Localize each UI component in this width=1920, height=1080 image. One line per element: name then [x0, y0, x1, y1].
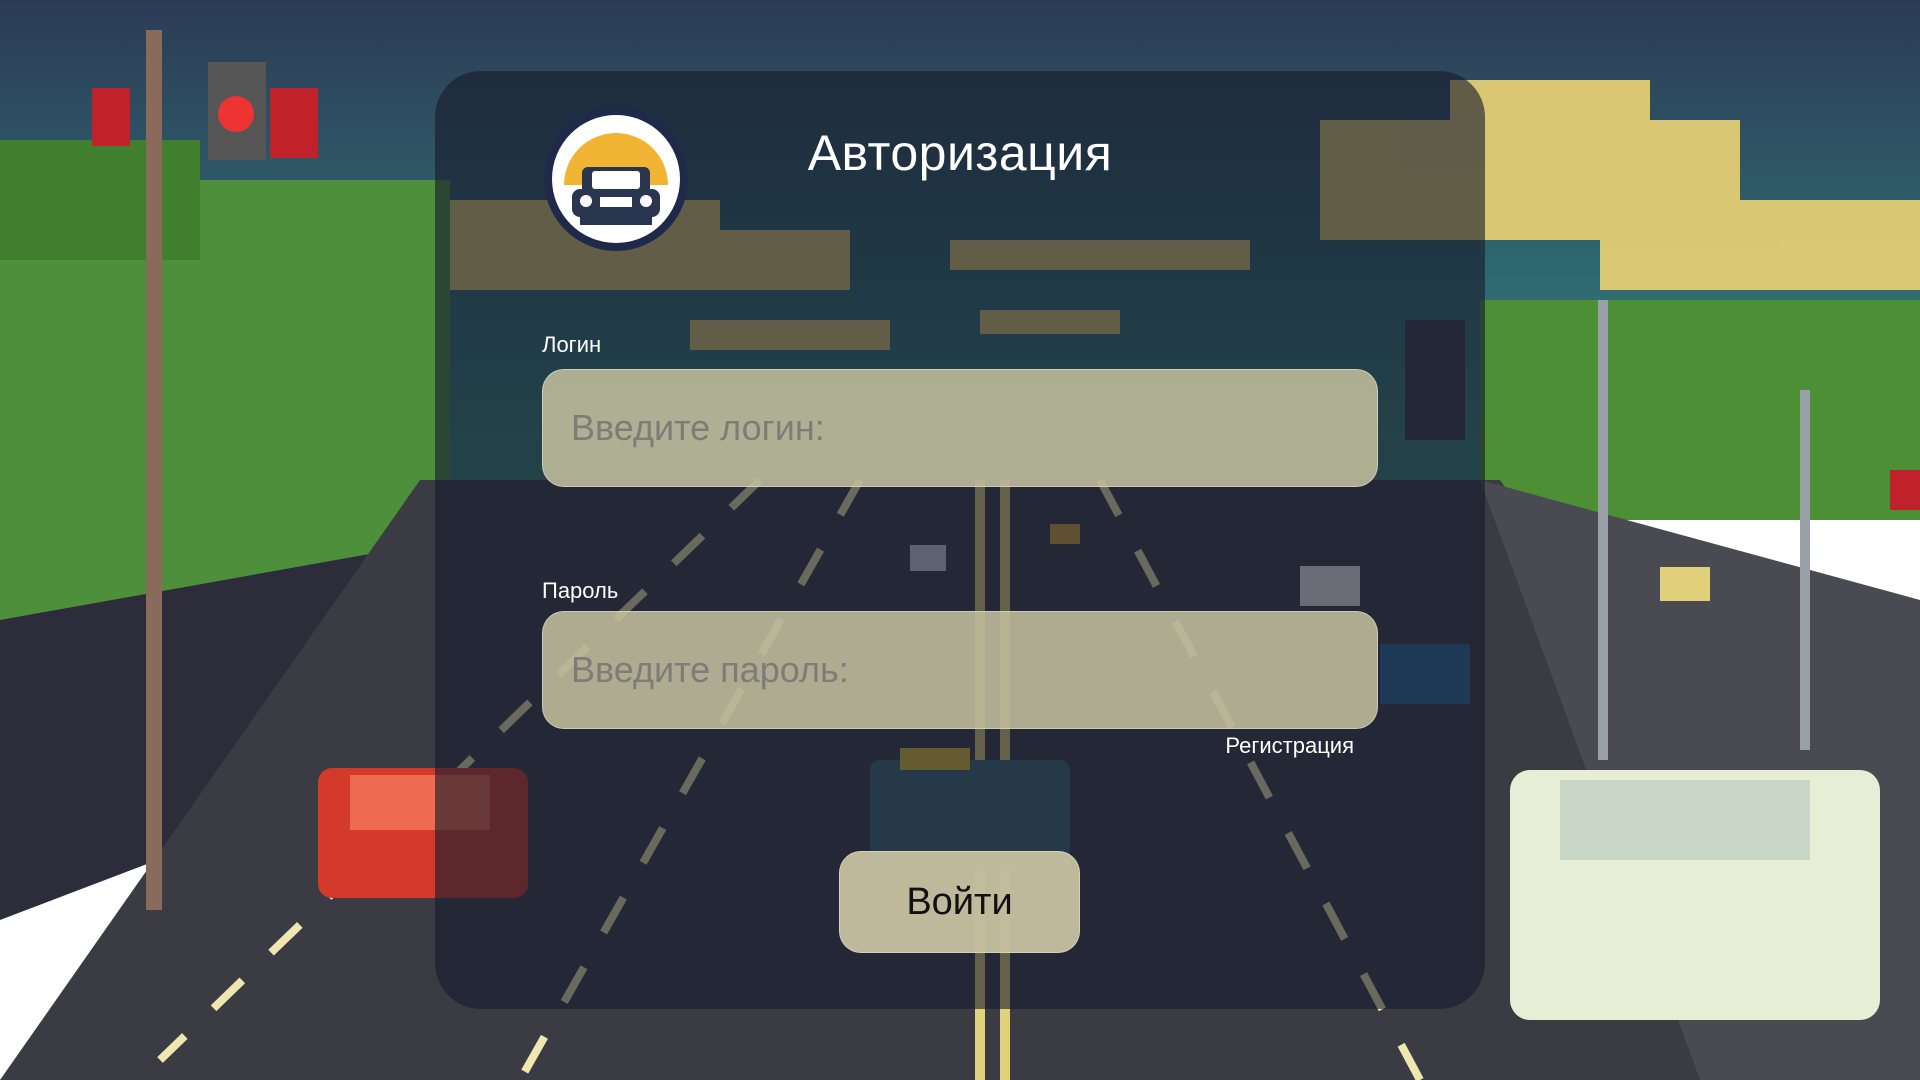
- login-button[interactable]: Войти: [839, 851, 1080, 953]
- register-link[interactable]: Регистрация: [1180, 733, 1354, 759]
- password-input[interactable]: [542, 611, 1378, 729]
- login-label: Логин: [542, 332, 602, 357]
- password-label: Пароль: [542, 578, 619, 603]
- login-input[interactable]: [542, 369, 1378, 487]
- page-title: Авторизация: [807, 125, 1113, 181]
- car-logo-icon: [544, 107, 688, 251]
